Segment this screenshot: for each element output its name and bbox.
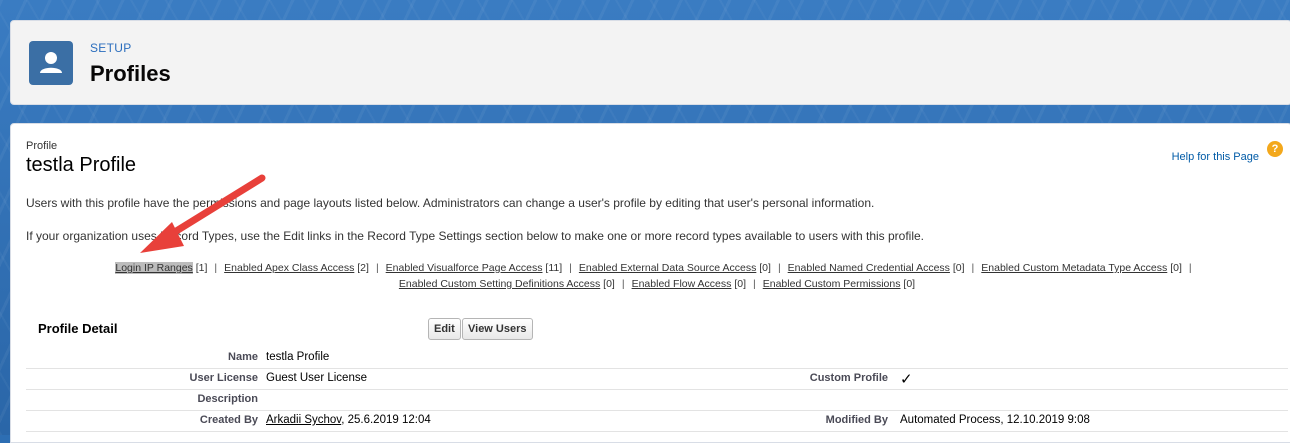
field-value: Guest User License bbox=[266, 372, 367, 384]
external-data-source-link[interactable]: Enabled External Data Source Access bbox=[579, 262, 756, 274]
related-link-item: Enabled Named Credential Access [0] bbox=[787, 262, 965, 274]
flow-access-link[interactable]: Enabled Flow Access bbox=[632, 278, 732, 290]
detail-row-description: Description bbox=[26, 390, 1288, 411]
detail-row-user-license: User License Guest User License Custom P… bbox=[26, 369, 1288, 390]
setup-breadcrumb[interactable]: SETUP bbox=[90, 41, 132, 55]
help-link[interactable]: Help for this Page bbox=[1172, 151, 1259, 163]
related-link-item: Login IP Ranges [1] bbox=[115, 262, 208, 274]
profile-description: Users with this profile have the permiss… bbox=[26, 196, 875, 210]
help-icon[interactable]: ? bbox=[1267, 141, 1283, 157]
field-label: Created By bbox=[199, 414, 258, 426]
related-link-item: Enabled Flow Access [0] bbox=[631, 278, 747, 290]
profile-name-heading: testla Profile bbox=[26, 154, 137, 176]
field-label: Modified By bbox=[825, 414, 888, 426]
login-ip-ranges-link[interactable]: Login IP Ranges bbox=[115, 262, 193, 274]
detail-row-created-by: Created By Arkadii Sychov, 25.6.2019 12:… bbox=[26, 411, 1288, 432]
record-types-note: If your organization uses Record Types, … bbox=[26, 229, 925, 243]
field-value: testla Profile bbox=[266, 351, 330, 363]
profile-content: Profile testla Profile Help for this Pag… bbox=[10, 123, 1290, 443]
custom-metadata-link[interactable]: Enabled Custom Metadata Type Access bbox=[981, 262, 1167, 274]
related-link-item: Enabled Custom Permissions [0] bbox=[762, 278, 916, 290]
page-title: Profiles bbox=[90, 61, 171, 86]
user-icon bbox=[29, 41, 73, 85]
custom-setting-link[interactable]: Enabled Custom Setting Definitions Acces… bbox=[399, 278, 600, 290]
field-label: User License bbox=[189, 372, 258, 384]
related-link-item: Enabled Custom Metadata Type Access [0] bbox=[981, 262, 1182, 274]
created-by-user-link[interactable]: Arkadii Sychov bbox=[266, 414, 341, 426]
related-link-item: Enabled Visualforce Page Access [11] bbox=[385, 262, 563, 274]
apex-class-access-link[interactable]: Enabled Apex Class Access bbox=[224, 262, 354, 274]
profile-detail-heading: Profile Detail bbox=[38, 321, 118, 336]
named-credential-link[interactable]: Enabled Named Credential Access bbox=[788, 262, 950, 274]
field-value: Arkadii Sychov, 25.6.2019 12:04 bbox=[266, 414, 431, 426]
detail-row-name: Name testla Profile bbox=[26, 348, 1288, 369]
view-users-button[interactable]: View Users bbox=[462, 318, 533, 340]
field-label: Description bbox=[197, 393, 258, 405]
page-header: SETUP Profiles bbox=[10, 20, 1290, 105]
field-label: Custom Profile bbox=[809, 372, 888, 384]
related-link-item: Enabled External Data Source Access [0] bbox=[578, 262, 771, 274]
related-link-item: Enabled Custom Setting Definitions Acces… bbox=[398, 278, 615, 290]
edit-button[interactable]: Edit bbox=[428, 318, 461, 340]
field-value: Automated Process, 12.10.2019 9:08 bbox=[900, 414, 1090, 426]
custom-permissions-link[interactable]: Enabled Custom Permissions bbox=[763, 278, 901, 290]
profile-type-label: Profile bbox=[26, 140, 58, 152]
related-link-item: Enabled Apex Class Access [2] bbox=[224, 262, 369, 274]
related-links: Login IP Ranges [1] | Enabled Apex Class A… bbox=[115, 262, 1192, 290]
checkmark-icon: ✓ bbox=[900, 371, 913, 388]
field-label: Name bbox=[228, 351, 258, 363]
visualforce-access-link[interactable]: Enabled Visualforce Page Access bbox=[386, 262, 543, 274]
